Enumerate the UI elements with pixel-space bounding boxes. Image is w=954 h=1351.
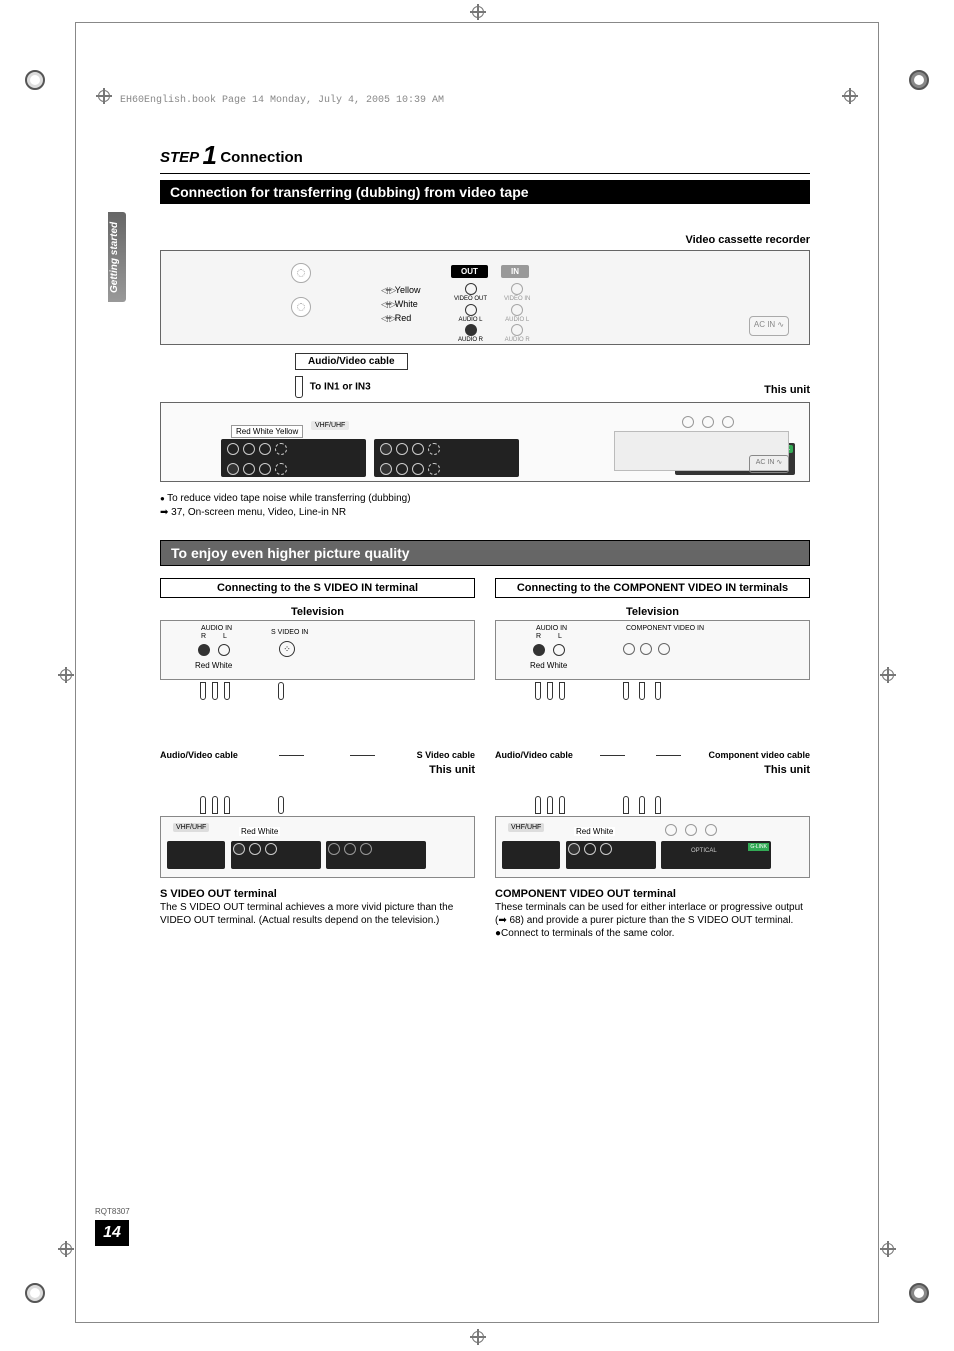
vcr-diagram: OUT IN Yellow White Red VIDEO OUT AUDIO … <box>160 250 810 345</box>
video-in-jack-icon <box>511 283 523 295</box>
svideo-cable-label: S Video cable <box>417 750 475 760</box>
section-bar-higher-quality: To enjoy even higher picture quality <box>160 540 810 566</box>
audio-l-in-jack-icon <box>511 304 523 316</box>
ac-in-label: AC IN ∿ <box>749 455 789 473</box>
tv-rear-component: AUDIO IN R L COMPONENT VIDEO IN Red Whit… <box>495 620 810 680</box>
ac-in-icon: AC IN ∿ <box>749 316 789 336</box>
step-heading: STEP 1 Connection <box>160 140 810 174</box>
crop-mark-right <box>880 667 896 683</box>
cable-row-component: Audio/Video cable Component video cable <box>495 750 810 760</box>
step-number: 1 <box>203 140 217 170</box>
unit-rear-svideo: VHF/UHF Red White <box>160 816 475 878</box>
color-white: White <box>381 297 420 311</box>
cable-block-svideo <box>160 680 475 750</box>
rf-in-icon <box>291 297 311 317</box>
component-column: Connecting to the COMPONENT VIDEO IN ter… <box>495 578 810 940</box>
color-yellow: Yellow <box>381 283 420 297</box>
television-label-left: Television <box>160 606 475 618</box>
component-out-heading: COMPONENT VIDEO OUT terminal <box>495 888 810 901</box>
audio-r-in-jack-icon <box>511 324 523 336</box>
unit-rear-panel-diagram: VHF/UHF Red White Yellow OPTICAL G-LINK … <box>160 402 810 482</box>
unit-rear-component: VHF/UHF Red White OPTICAL G-LINK <box>495 816 810 878</box>
crop-mark-inner-tl <box>96 88 112 104</box>
to-in-label: To IN1 or IN3 <box>295 376 810 398</box>
crop-mark-top <box>470 4 486 20</box>
in-jacks: VIDEO IN AUDIO L AUDIO R <box>504 281 530 343</box>
rf-out-icon <box>291 263 311 283</box>
svideo-body-text: S VIDEO OUT terminal The S VIDEO OUT ter… <box>160 888 475 927</box>
component-cable-label: Component video cable <box>708 750 810 760</box>
section-bar-dubbing: Connection for transferring (dubbing) fr… <box>160 180 810 204</box>
cable-color-labels: Yellow White Red <box>381 283 420 325</box>
svideo-jack-icon <box>279 641 295 657</box>
in-badge: IN <box>501 265 529 278</box>
color-red: Red <box>381 311 420 325</box>
this-unit-label-left: This unit <box>160 764 475 776</box>
out-jacks: VIDEO OUT AUDIO L AUDIO R <box>454 281 487 343</box>
component-pb-jack-icon <box>640 643 652 655</box>
crop-mark-left <box>58 667 74 683</box>
note-2: 37, On-screen menu, Video, Line-in NR <box>160 506 810 520</box>
svideo-subhead: Connecting to the S VIDEO IN terminal <box>160 578 475 598</box>
crop-mark-inner-br <box>880 1241 896 1257</box>
section-side-tab: Getting started <box>108 212 126 302</box>
print-registration-br <box>909 1283 929 1303</box>
television-label-right: Television <box>495 606 810 618</box>
print-registration-tr <box>909 70 929 90</box>
av-cable-label-right: Audio/Video cable <box>495 750 573 760</box>
audio-r-out-jack-icon <box>465 324 477 336</box>
print-registration-bl <box>25 1283 45 1303</box>
vcr-label: Video cassette recorder <box>160 234 810 246</box>
component-out-body1: These terminals can be used for either i… <box>495 902 803 926</box>
cable-block-component-bottom <box>495 776 810 816</box>
svideo-out-heading: S VIDEO OUT terminal <box>160 888 475 901</box>
document-header-path: EH60English.book Page 14 Monday, July 4,… <box>120 95 444 106</box>
step-title: Connection <box>220 149 303 166</box>
print-registration-tl <box>25 70 45 90</box>
audio-l-jack-icon <box>553 644 565 656</box>
rear-in-block <box>221 439 366 477</box>
audio-r-jack-icon <box>533 644 545 656</box>
crop-mark-inner-tr <box>842 88 858 104</box>
audio-r-jack-icon <box>198 644 210 656</box>
rear-out-block <box>374 439 519 477</box>
vhf-uhf-label: VHF/UHF <box>311 421 349 430</box>
note-1: To reduce video tape noise while transfe… <box>160 492 810 506</box>
audio-l-out-jack-icon <box>465 304 477 316</box>
out-badge: OUT <box>451 265 488 278</box>
audio-l-jack-icon <box>218 644 230 656</box>
av-cable-label-left: Audio/Video cable <box>160 750 238 760</box>
component-y-jack-icon <box>623 643 635 655</box>
step-prefix: STEP <box>160 149 199 166</box>
cable-block-svideo-bottom <box>160 776 475 816</box>
svideo-out-body: The S VIDEO OUT terminal achieves a more… <box>160 902 453 926</box>
crop-mark-bottom <box>470 1329 486 1345</box>
av-cable-label: Audio/Video cable <box>295 353 408 370</box>
svideo-column: Connecting to the S VIDEO IN terminal Te… <box>160 578 475 940</box>
document-code: RQT8307 <box>95 1207 130 1216</box>
cable-row-svideo: Audio/Video cable S Video cable <box>160 750 475 760</box>
this-unit-label-right: This unit <box>495 764 810 776</box>
this-unit-label-1: This unit <box>764 384 810 396</box>
red-white-yellow-label: Red White Yellow <box>231 425 303 438</box>
notes-list: To reduce video tape noise while transfe… <box>160 492 810 520</box>
component-subhead: Connecting to the COMPONENT VIDEO IN ter… <box>495 578 810 598</box>
video-out-jack-icon <box>465 283 477 295</box>
component-pr-jack-icon <box>658 643 670 655</box>
component-out-body2: ●Connect to terminals of the same color. <box>495 928 674 939</box>
tv-rear-svideo: AUDIO IN R L S VIDEO IN Red White <box>160 620 475 680</box>
crop-mark-inner-bl <box>58 1241 74 1257</box>
component-body-text: COMPONENT VIDEO OUT terminal These termi… <box>495 888 810 940</box>
cable-block-component <box>495 680 810 750</box>
page-number: 14 <box>95 1220 129 1246</box>
